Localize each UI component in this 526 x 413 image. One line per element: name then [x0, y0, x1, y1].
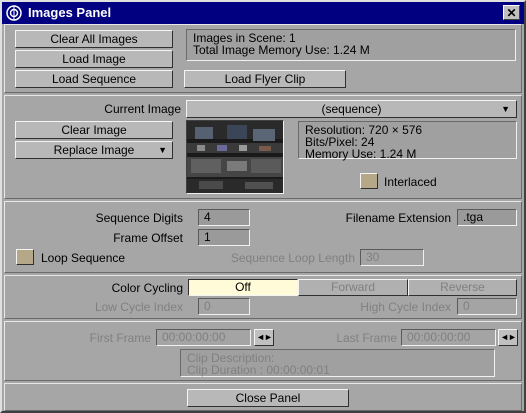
image-info-box: Resolution: 720 × 576 Bits/Pixel: 24 Mem…	[298, 121, 517, 161]
total-memory-use: Total Image Memory Use: 1.24 M	[193, 43, 370, 57]
studio-thumbnail-image	[187, 121, 283, 193]
load-image-button[interactable]: Load Image	[15, 50, 173, 68]
load-sequence-button[interactable]: Load Sequence	[15, 70, 173, 88]
sequence-loop-length-field[interactable]: 30	[360, 249, 424, 266]
first-frame-field[interactable]: 00:00:00:00	[156, 329, 251, 346]
load-flyer-clip-button[interactable]: Load Flyer Clip	[184, 70, 346, 88]
cycling-reverse-option[interactable]: Reverse	[408, 279, 517, 296]
loop-sequence-checkbox[interactable]	[16, 249, 34, 265]
first-frame-spinner-icon[interactable]: ◄►	[254, 329, 274, 346]
app-logo-icon	[6, 5, 22, 21]
image-thumbnail	[186, 120, 284, 194]
current-image-value: (sequence)	[321, 102, 382, 116]
clear-all-images-button[interactable]: Clear All Images	[15, 30, 173, 48]
last-frame-spinner-icon[interactable]: ◄►	[498, 329, 518, 346]
sequence-section: Sequence Digits 4 Frame Offset 1 Filenam…	[4, 201, 522, 273]
clip-duration-text: Clip Duration : 00:00:00:01	[187, 363, 330, 377]
filename-extension-field[interactable]: .tga	[457, 209, 517, 226]
low-cycle-index-field[interactable]: 0	[198, 298, 250, 315]
first-frame-label: First Frame	[89, 331, 151, 345]
high-cycle-index-field[interactable]: 0	[457, 298, 517, 315]
load-section: Clear All Images Load Image Load Sequenc…	[4, 24, 522, 93]
close-panel-button[interactable]: Close Panel	[187, 389, 349, 407]
last-frame-label: Last Frame	[336, 331, 397, 345]
interlaced-checkbox[interactable]	[360, 173, 378, 189]
frame-offset-field[interactable]: 1	[198, 229, 250, 246]
cycling-off-option[interactable]: Off	[188, 279, 298, 296]
chevron-down-icon: ▼	[501, 104, 510, 114]
cycling-forward-option[interactable]: Forward	[298, 279, 408, 296]
frame-offset-label: Frame Offset	[113, 231, 183, 245]
replace-image-label: Replace Image	[53, 143, 135, 157]
sequence-digits-field[interactable]: 4	[198, 209, 250, 226]
memory-use-text: Memory Use: 1.24 M	[305, 147, 417, 161]
clear-image-button[interactable]: Clear Image	[15, 121, 173, 139]
footer-section: Close Panel	[4, 383, 522, 411]
last-frame-field[interactable]: 00:00:00:00	[401, 329, 496, 346]
images-panel-window: Images Panel ✕ Clear All Images Load Ima…	[0, 0, 526, 413]
high-cycle-index-label: High Cycle Index	[360, 300, 451, 314]
sequence-loop-length-label: Sequence Loop Length	[230, 251, 355, 265]
current-image-label: Current Image	[104, 102, 181, 116]
clip-info-box: Clip Description: Clip Duration : 00:00:…	[180, 349, 495, 377]
scene-info-box: Images in Scene: 1 Total Image Memory Us…	[186, 29, 516, 61]
chevron-down-icon: ▼	[158, 145, 167, 155]
filename-extension-label: Filename Extension	[345, 211, 451, 225]
current-image-select[interactable]: (sequence) ▼	[186, 100, 517, 118]
title-bar[interactable]: Images Panel ✕	[2, 2, 524, 24]
close-icon[interactable]: ✕	[503, 5, 520, 20]
window-title: Images Panel	[28, 5, 112, 20]
interlaced-label: Interlaced	[384, 175, 437, 189]
sequence-digits-label: Sequence Digits	[95, 211, 183, 225]
replace-image-dropdown[interactable]: Replace Image ▼	[15, 141, 173, 159]
flyer-clip-section: First Frame 00:00:00:00 ◄► Last Frame 00…	[4, 321, 522, 381]
loop-sequence-label: Loop Sequence	[41, 251, 126, 265]
color-cycling-label: Color Cycling	[111, 281, 183, 295]
low-cycle-index-label: Low Cycle Index	[94, 300, 183, 314]
color-cycling-section: Color Cycling Off Forward Reverse Low Cy…	[4, 275, 522, 319]
